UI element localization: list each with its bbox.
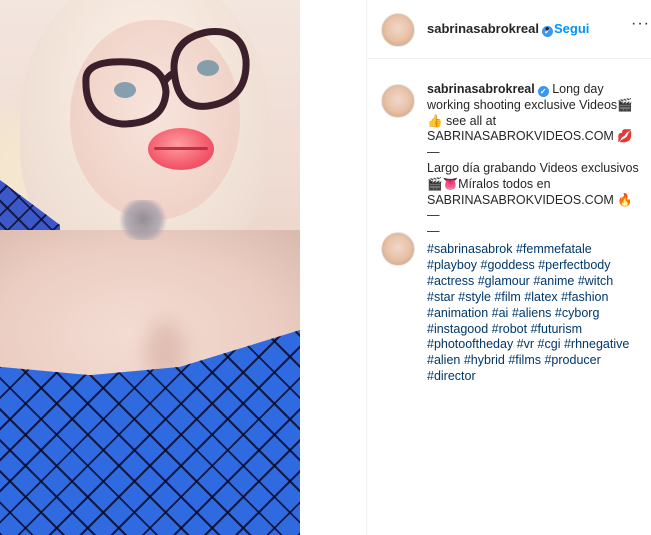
hashtag-link[interactable]: #actress: [427, 274, 474, 288]
avatar[interactable]: [381, 84, 415, 118]
hashtag-link[interactable]: #instagood: [427, 322, 488, 336]
avatar[interactable]: [381, 13, 415, 47]
hashtag-link[interactable]: #femmefatale: [516, 242, 592, 256]
hashtag-link[interactable]: #alien: [427, 353, 460, 367]
hashtag-link[interactable]: #goddess: [481, 258, 535, 272]
hashtag-link[interactable]: #vr: [517, 337, 534, 351]
caption-line: SABRINASABROKVIDEOS.COM 💋: [427, 129, 633, 144]
hashtag-link[interactable]: #witch: [578, 274, 613, 288]
caption-line: SABRINASABROKVIDEOS.COM 🔥: [427, 192, 633, 207]
hashtag-link[interactable]: #anime: [533, 274, 574, 288]
avatar[interactable]: [381, 232, 415, 266]
photo-glasses: [82, 28, 250, 128]
hashtag-link[interactable]: #hybrid: [464, 353, 505, 367]
hashtag-link[interactable]: #animation: [427, 306, 488, 320]
hashtag-link[interactable]: #cgi: [538, 337, 561, 351]
hashtag-link[interactable]: #playboy: [427, 258, 477, 272]
separator-dot: •: [545, 21, 550, 36]
post-header: sabrinasabrokreal ✓ • Segui ···: [367, 0, 651, 59]
hashtag-link[interactable]: #futurism: [531, 322, 582, 336]
hashtag-link[interactable]: #perfectbody: [538, 258, 610, 272]
hashtag-link[interactable]: #latex: [524, 290, 557, 304]
caption-line: —: [427, 145, 440, 160]
photo-tattoo: [115, 200, 171, 240]
hashtag-link[interactable]: #aliens: [512, 306, 552, 320]
caption-line: —: [427, 208, 440, 223]
more-options-icon[interactable]: ···: [631, 15, 650, 33]
hashtag-link[interactable]: #rhnegative: [564, 337, 629, 351]
hashtag-link[interactable]: #photooftheday: [427, 337, 513, 351]
hashtag-link[interactable]: #style: [458, 290, 491, 304]
hashtag-link[interactable]: #director: [427, 369, 476, 383]
post-photo[interactable]: [0, 0, 300, 535]
hashtag-list: #sabrinasabrok #femmefatale #playboy #go…: [427, 242, 642, 385]
photo-lips: [148, 128, 214, 170]
verified-badge-icon: ✓: [537, 86, 549, 97]
username-link[interactable]: sabrinasabrokreal ✓: [427, 21, 554, 37]
caption-line: Largo día grabando Videos exclusivos: [427, 160, 639, 175]
hashtag-link[interactable]: #film: [494, 290, 520, 304]
caption-text: sabrinasabrokreal ✓ Long day working shoo…: [427, 82, 642, 240]
hashtag-link[interactable]: #fashion: [561, 290, 608, 304]
hashtag-link[interactable]: #glamour: [478, 274, 530, 288]
caption-line: 👍 see all at: [427, 113, 497, 128]
hashtag-link[interactable]: #films: [508, 353, 541, 367]
hashtag-link[interactable]: #ai: [492, 306, 509, 320]
hashtag-link[interactable]: #star: [427, 290, 455, 304]
caption-line: —: [427, 224, 440, 239]
post-side-panel: sabrinasabrokreal ✓ • Segui ··· sabrinasa…: [366, 0, 651, 535]
username-text: sabrinasabrokreal: [427, 21, 540, 36]
follow-button[interactable]: Segui: [554, 21, 589, 36]
caption-line: 🎬👅Míralos todos en: [427, 176, 551, 191]
hashtag-link[interactable]: #robot: [492, 322, 527, 336]
hashtag-link[interactable]: #sabrinasabrok: [427, 242, 512, 256]
hashtag-link[interactable]: #cyborg: [555, 306, 599, 320]
hashtag-link[interactable]: #producer: [544, 353, 600, 367]
caption-username[interactable]: sabrinasabrokreal: [427, 82, 535, 96]
